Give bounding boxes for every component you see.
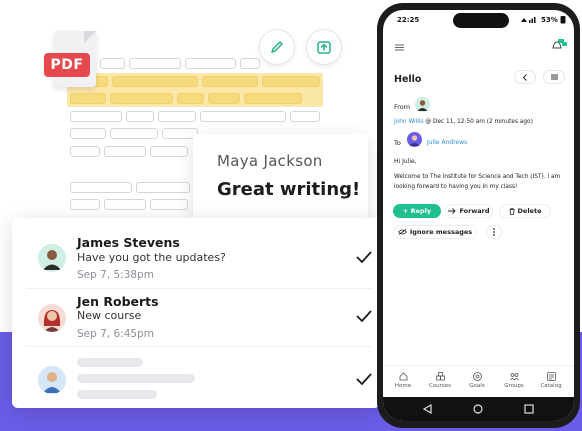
screen-title: Hello <box>394 74 422 85</box>
signal-icon <box>521 17 536 23</box>
pdf-badge: PDF <box>44 53 90 77</box>
recipient-avatar <box>407 132 422 147</box>
status-time: 22:25 <box>397 16 420 24</box>
promo-scene: PDF Maya Jackson Great writing! James St… <box>0 0 582 431</box>
message-time: Sep 7, 6:45pm <box>77 328 154 340</box>
skeleton-line <box>77 390 157 399</box>
bottom-nav: Home Courses Goals Groups Catalog <box>383 365 574 397</box>
more-options-button[interactable] <box>486 225 502 239</box>
message-item-loading[interactable] <box>12 346 380 408</box>
message-list: James Stevens Have you got the updates? … <box>12 218 380 408</box>
recent-apps-icon[interactable] <box>524 404 534 414</box>
battery-level: 53% <box>541 16 558 24</box>
more-menu-button[interactable] <box>543 70 565 84</box>
courses-icon <box>435 372 445 381</box>
nav-item-groups[interactable]: Groups <box>496 372 532 389</box>
upload-button[interactable] <box>306 29 342 65</box>
groups-icon <box>509 373 519 381</box>
message-sender: James Stevens <box>77 235 180 250</box>
reply-button[interactable]: + Reply <box>393 204 441 218</box>
home-circle-icon[interactable] <box>473 404 483 414</box>
skeleton-line <box>77 358 143 367</box>
message-sender: Jen Roberts <box>77 294 159 309</box>
eye-off-icon <box>397 229 407 235</box>
menu-icon[interactable] <box>395 44 404 51</box>
sender-name[interactable]: John Willis <box>394 119 424 125</box>
sent-time: @ Dec 11, 12:50 am (2 minutes ago) <box>425 119 533 125</box>
upload-icon <box>317 41 331 54</box>
message-time: Sep 7, 5:38pm <box>77 269 154 281</box>
goals-icon <box>472 372 482 381</box>
notifications-icon[interactable] <box>551 39 567 51</box>
nav-item-goals[interactable]: Goals <box>459 372 495 389</box>
battery-icon <box>560 16 566 24</box>
check-icon <box>356 251 372 264</box>
delete-button[interactable]: Delete <box>499 204 551 218</box>
avatar <box>38 304 66 332</box>
avatar <box>38 244 66 272</box>
comment-author: Maya Jackson <box>217 152 323 170</box>
sender-line: John Willis @ Dec 11, 12:50 am (2 minute… <box>394 119 533 125</box>
email-body: Welcome to The Institute for Science and… <box>394 174 561 190</box>
phone-screen: 22:25 53% Hello From John Willis @ Dec 1… <box>383 10 574 421</box>
edit-button[interactable] <box>259 29 295 65</box>
chevron-left-icon <box>522 73 527 81</box>
system-nav-bar <box>383 397 574 421</box>
catalog-icon <box>546 372 556 381</box>
pdf-file-icon: PDF <box>44 31 96 91</box>
message-preview: Have you got the updates? <box>77 251 226 264</box>
avatar <box>38 366 66 394</box>
check-icon <box>356 373 372 386</box>
nav-item-catalog[interactable]: Catalog <box>533 372 569 389</box>
ignore-messages-button[interactable]: Ignore messages <box>393 225 477 239</box>
message-preview: New course <box>77 309 142 322</box>
back-triangle-icon[interactable] <box>423 404 432 414</box>
trash-icon <box>509 207 515 215</box>
nav-item-courses[interactable]: Courses <box>422 372 458 389</box>
sender-avatar <box>415 97 430 112</box>
list-icon <box>550 74 558 80</box>
message-item[interactable]: Jen Roberts New course Sep 7, 6:45pm <box>12 288 380 350</box>
back-button[interactable] <box>514 70 536 84</box>
forward-button[interactable]: Forward <box>445 204 493 218</box>
arrow-right-icon <box>448 208 457 214</box>
home-icon <box>399 372 407 381</box>
phone-device: 22:25 53% Hello From John Willis @ Dec 1… <box>377 3 580 428</box>
message-item[interactable]: James Stevens Have you got the updates? … <box>12 226 380 288</box>
more-vertical-icon <box>493 228 495 236</box>
nav-item-home[interactable]: Home <box>385 372 421 389</box>
skeleton-line <box>77 374 195 383</box>
pencil-icon <box>271 41 283 53</box>
email-greeting: Hi Julie, <box>394 158 417 165</box>
from-label: From <box>394 103 411 111</box>
to-label: To <box>394 139 401 147</box>
status-bar: 22:25 53% <box>383 10 574 32</box>
comment-text: Great writing! <box>217 179 361 200</box>
comment-card: Maya Jackson Great writing! <box>193 134 368 226</box>
recipient-name[interactable]: Julie Andrews <box>427 139 467 146</box>
check-icon <box>356 310 372 323</box>
camera-notch <box>453 13 509 28</box>
